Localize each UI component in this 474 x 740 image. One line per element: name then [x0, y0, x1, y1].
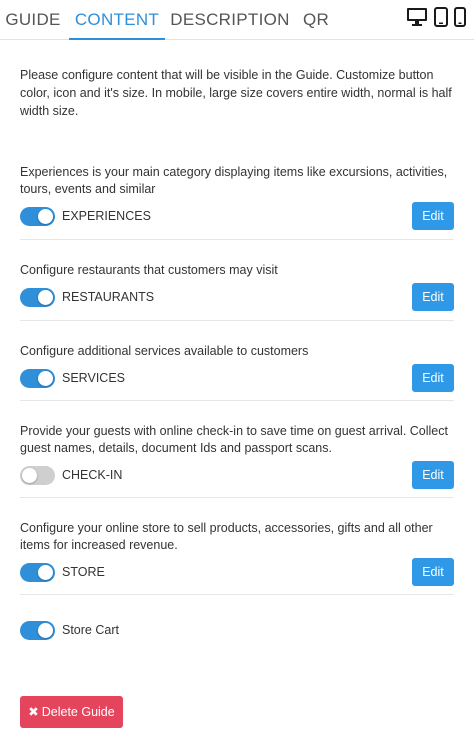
toggle-knob	[38, 371, 53, 386]
section-row: CHECK-IN Edit	[20, 461, 454, 491]
check-in-label: CHECK-IN	[62, 468, 123, 482]
experiences-toggle[interactable]	[20, 207, 55, 226]
section-row: SERVICES Edit	[20, 364, 454, 394]
delete-guide-label: Delete Guide	[41, 705, 115, 719]
close-icon: ✖	[28, 705, 39, 719]
divider	[20, 239, 454, 240]
experiences-edit-button[interactable]: Edit	[412, 202, 454, 230]
section-row: Store Cart	[20, 616, 454, 646]
section-row: EXPERIENCES Edit	[20, 202, 454, 232]
section-experiences: Experiences is your main category displa…	[20, 164, 454, 232]
mobile-icon[interactable]	[454, 7, 466, 27]
section-description: Experiences is your main category displa…	[20, 165, 448, 196]
store-toggle[interactable]	[20, 563, 55, 582]
tablet-icon[interactable]	[434, 7, 448, 27]
toggle-knob	[38, 209, 53, 224]
restaurants-edit-button[interactable]: Edit	[412, 283, 454, 311]
section-services: Configure additional services available …	[20, 343, 454, 394]
store-cart-toggle[interactable]	[20, 621, 55, 640]
toggle-knob	[22, 468, 37, 483]
divider	[20, 497, 454, 498]
section-row: RESTAURANTS Edit	[20, 283, 454, 313]
toggle-knob	[38, 290, 53, 305]
tab-bar: GUIDE CONTENT DESCRIPTION QR	[0, 0, 474, 40]
divider	[20, 594, 454, 595]
restaurants-label: RESTAURANTS	[62, 290, 155, 304]
section-description: Configure your online store to sell prod…	[20, 521, 433, 552]
section-description: Configure additional services available …	[20, 344, 309, 358]
toggle-knob	[38, 565, 53, 580]
restaurants-toggle[interactable]	[20, 288, 55, 307]
store-edit-button[interactable]: Edit	[412, 558, 454, 586]
services-label: SERVICES	[62, 371, 125, 385]
intro-text: Please configure content that will be vi…	[20, 68, 452, 118]
device-preview-switcher	[406, 6, 466, 28]
section-description: Provide your guests with online check-in…	[20, 424, 448, 455]
section-restaurants: Configure restaurants that customers may…	[20, 262, 454, 313]
services-toggle[interactable]	[20, 369, 55, 388]
tab-qr[interactable]: QR	[296, 0, 336, 40]
store-label: STORE	[62, 565, 105, 579]
section-description: Configure restaurants that customers may…	[20, 263, 278, 277]
section-store: Configure your online store to sell prod…	[20, 520, 454, 588]
section-check-in: Provide your guests with online check-in…	[20, 423, 454, 491]
desktop-icon[interactable]	[406, 7, 428, 27]
check-in-toggle[interactable]	[20, 466, 55, 485]
experiences-label: EXPERIENCES	[62, 209, 151, 223]
section-store-cart: Store Cart	[20, 612, 454, 646]
tab-content[interactable]: CONTENT	[69, 0, 165, 40]
check-in-edit-button[interactable]: Edit	[412, 461, 454, 489]
tab-guide[interactable]: GUIDE	[0, 0, 66, 40]
store-cart-label: Store Cart	[62, 623, 119, 637]
divider	[20, 320, 454, 321]
divider	[20, 400, 454, 401]
tab-description[interactable]: DESCRIPTION	[168, 0, 292, 40]
delete-guide-button[interactable]: ✖ Delete Guide	[20, 696, 123, 728]
services-edit-button[interactable]: Edit	[412, 364, 454, 392]
toggle-knob	[38, 623, 53, 638]
section-row: STORE Edit	[20, 558, 454, 588]
